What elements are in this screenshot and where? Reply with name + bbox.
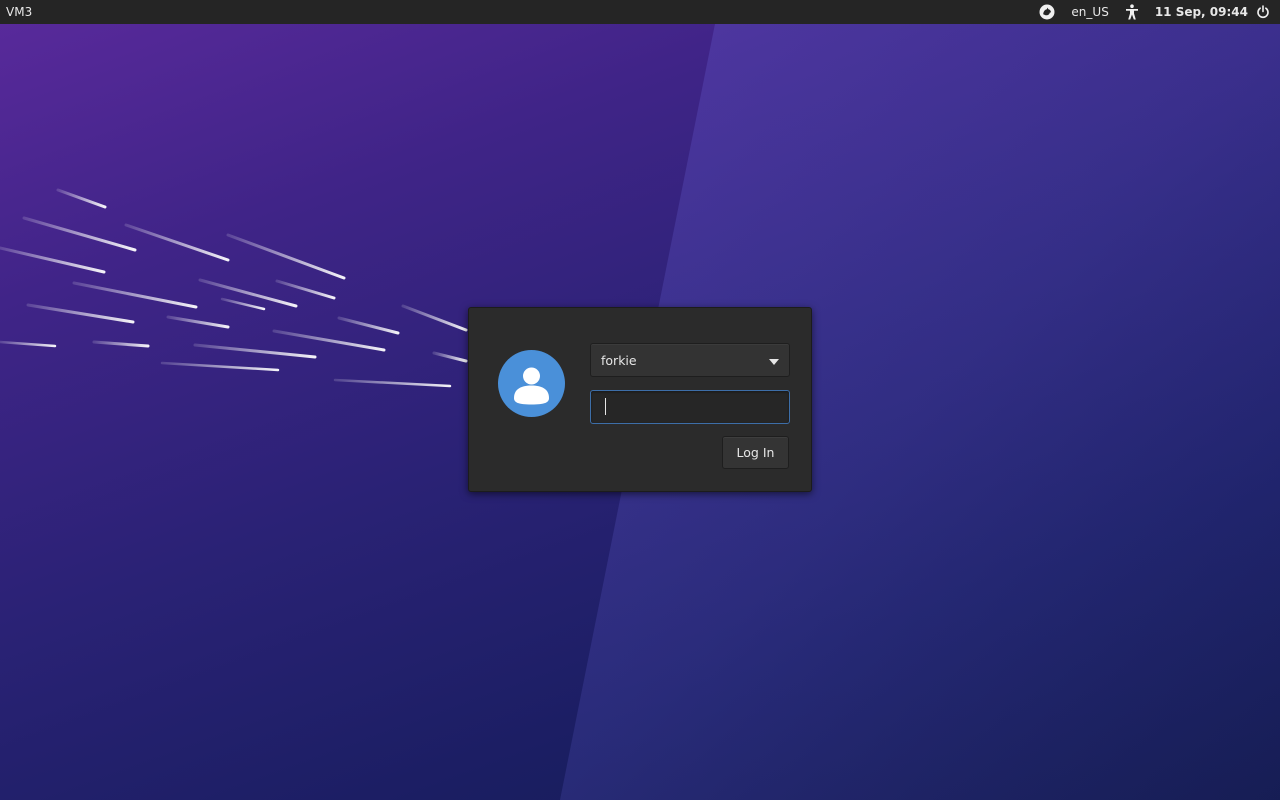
hostname-label: VM3 [6, 5, 33, 19]
text-cursor [605, 398, 606, 415]
login-dialog: forkie Log In [468, 307, 812, 492]
accessibility-icon[interactable] [1117, 0, 1147, 24]
panel-indicators: en_US 11 Sep, 09:44 [1031, 0, 1274, 24]
password-field[interactable] [590, 390, 790, 424]
user-select[interactable]: forkie [590, 343, 790, 377]
user-avatar-icon [498, 350, 565, 417]
top-panel: VM3 en_US 11 Sep, 09:44 [0, 0, 1280, 24]
keyboard-layout-indicator[interactable]: en_US [1063, 0, 1116, 24]
login-button[interactable]: Log In [722, 436, 789, 469]
login-screen: VM3 en_US 11 Sep, 09:44 forkie Log In [0, 0, 1280, 800]
selected-user-label: forkie [601, 352, 637, 368]
power-icon[interactable] [1254, 0, 1274, 24]
session-icon[interactable] [1031, 0, 1063, 24]
chevron-down-icon [769, 353, 779, 368]
clock[interactable]: 11 Sep, 09:44 [1147, 0, 1254, 24]
